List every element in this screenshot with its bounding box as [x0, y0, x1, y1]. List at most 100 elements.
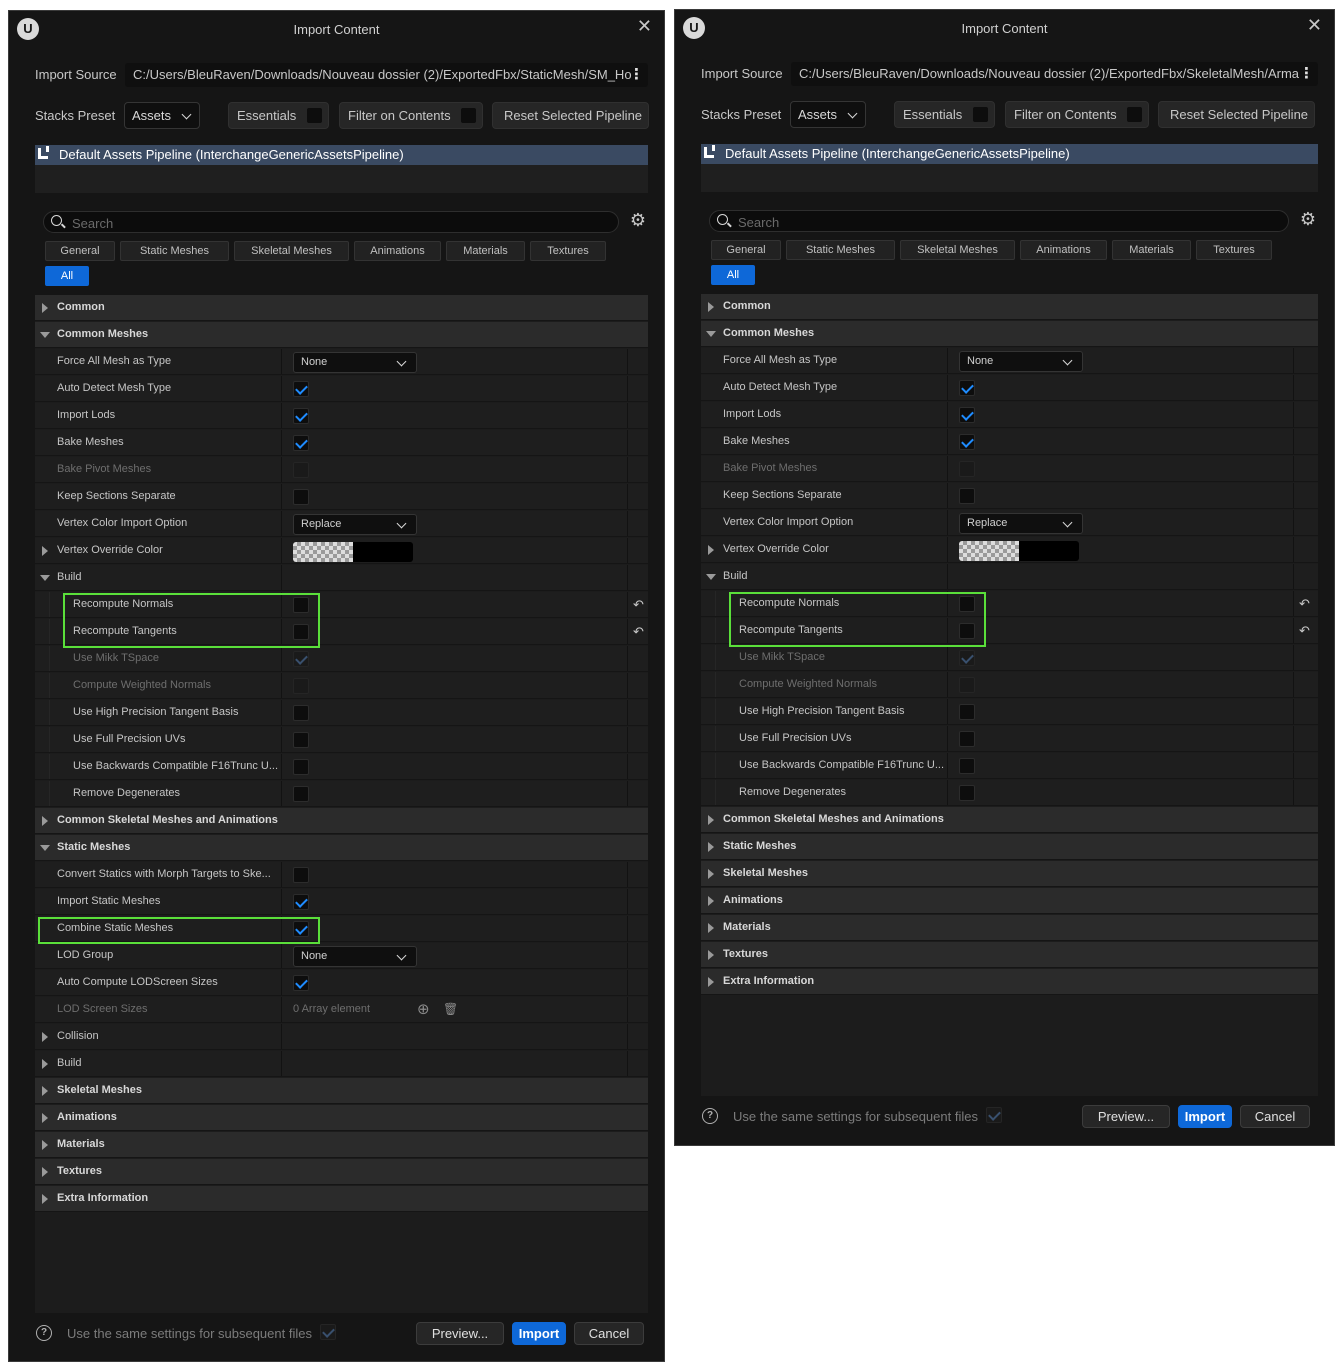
auto-detect-mesh-type-checkbox[interactable] [959, 380, 975, 396]
category-animations[interactable]: Animations [35, 1105, 648, 1131]
expand-arrow-right-icon[interactable] [42, 303, 48, 313]
delete-elements-icon[interactable]: 🗑 [443, 1002, 458, 1016]
expand-arrow-right-icon[interactable] [42, 1113, 48, 1123]
essentials-toggle[interactable]: Essentials [894, 101, 995, 128]
stacks-preset-dropdown[interactable]: Assets [790, 101, 866, 128]
property-row-collision[interactable]: Collision [35, 1024, 648, 1050]
recompute-tangents-checkbox[interactable] [959, 623, 975, 639]
pipeline-item[interactable]: Default Assets Pipeline (InterchangeGene… [701, 144, 1318, 164]
tab-all[interactable]: All [711, 265, 755, 285]
essentials-checkbox[interactable] [307, 108, 322, 123]
combine-static-meshes-checkbox[interactable] [293, 921, 309, 937]
expand-arrow-right-icon[interactable] [42, 1140, 48, 1150]
essentials-checkbox[interactable] [973, 107, 988, 122]
pipeline-item[interactable]: Default Assets Pipeline (InterchangeGene… [35, 145, 648, 165]
category-common-meshes[interactable]: Common Meshes [35, 322, 648, 348]
tab-textures[interactable]: Textures [530, 241, 606, 261]
use-backwards-compatible-f16trunc-u-checkbox[interactable] [293, 759, 309, 775]
expand-arrow-right-icon[interactable] [708, 815, 714, 825]
tab-textures[interactable]: Textures [1196, 240, 1272, 260]
help-icon[interactable]: ? [702, 1108, 718, 1124]
expand-arrow-right-icon[interactable] [42, 816, 48, 826]
import-static-meshes-checkbox[interactable] [293, 894, 309, 910]
expand-arrow-right-icon[interactable] [708, 896, 714, 906]
expand-arrow-right-icon[interactable] [708, 977, 714, 987]
search-input[interactable] [736, 213, 1203, 231]
tab-materials[interactable]: Materials [446, 241, 525, 261]
tab-skeletal-meshes[interactable]: Skeletal Meshes [900, 240, 1015, 260]
import-lods-checkbox[interactable] [293, 408, 309, 424]
expand-arrow-right-icon[interactable] [708, 950, 714, 960]
expand-arrow-right-icon[interactable] [42, 1086, 48, 1096]
keep-sections-separate-checkbox[interactable] [959, 488, 975, 504]
expand-arrow-right-icon[interactable] [708, 302, 714, 312]
reset-to-default-icon[interactable]: ↶ [1299, 623, 1310, 639]
remove-degenerates-checkbox[interactable] [293, 786, 309, 802]
expand-arrow-down-icon[interactable] [706, 574, 716, 580]
lod-group-dropdown[interactable]: None [293, 946, 417, 967]
expand-arrow-down-icon[interactable] [40, 332, 50, 338]
convert-statics-with-morph-targets-to-ske-checkbox[interactable] [293, 867, 309, 883]
import-button[interactable]: Import [512, 1322, 566, 1345]
bake-meshes-checkbox[interactable] [293, 435, 309, 451]
expand-arrow-right-icon[interactable] [708, 545, 714, 555]
search-input[interactable] [70, 214, 534, 232]
search-box[interactable] [43, 211, 619, 233]
category-static-meshes[interactable]: Static Meshes [701, 834, 1318, 860]
preview-button[interactable]: Preview... [1082, 1105, 1170, 1128]
recompute-normals-checkbox[interactable] [959, 596, 975, 612]
property-row-build[interactable]: Build [35, 1051, 648, 1077]
keep-sections-separate-checkbox[interactable] [293, 489, 309, 505]
expand-arrow-right-icon[interactable] [42, 1032, 48, 1042]
recompute-normals-checkbox[interactable] [293, 597, 309, 613]
category-common[interactable]: Common [701, 294, 1318, 320]
import-source-field[interactable]: C:/Users/BleuRaven/Downloads/Nouveau dos… [125, 63, 648, 87]
bake-meshes-checkbox[interactable] [959, 434, 975, 450]
close-icon[interactable]: ✕ [637, 16, 652, 37]
import-button[interactable]: Import [1178, 1105, 1232, 1128]
settings-gear-icon[interactable]: ⚙ [630, 210, 646, 231]
category-materials[interactable]: Materials [701, 915, 1318, 941]
tab-general[interactable]: General [45, 241, 115, 261]
vertex-color-import-option-dropdown[interactable]: Replace [293, 514, 417, 535]
filter-on-contents-toggle[interactable]: Filter on Contents [339, 102, 483, 129]
filter-on-contents-checkbox[interactable] [461, 108, 476, 123]
category-common-skeletal-meshes-and-animations[interactable]: Common Skeletal Meshes and Animations [701, 807, 1318, 833]
category-extra-information[interactable]: Extra Information [701, 969, 1318, 995]
vertex-override-color-swatch[interactable] [959, 541, 1079, 561]
reset-to-default-icon[interactable]: ↶ [633, 597, 644, 613]
category-skeletal-meshes[interactable]: Skeletal Meshes [701, 861, 1318, 887]
kebab-menu-icon[interactable]: ⋮ [1299, 62, 1314, 86]
cancel-button[interactable]: Cancel [574, 1322, 644, 1345]
tab-materials[interactable]: Materials [1112, 240, 1191, 260]
property-row-build[interactable]: Build [35, 565, 648, 591]
category-static-meshes[interactable]: Static Meshes [35, 835, 648, 861]
same-settings-checkbox[interactable] [986, 1107, 1002, 1123]
import-lods-checkbox[interactable] [959, 407, 975, 423]
expand-arrow-right-icon[interactable] [708, 869, 714, 879]
cancel-button[interactable]: Cancel [1240, 1105, 1310, 1128]
reset-to-default-icon[interactable]: ↶ [633, 624, 644, 640]
force-all-mesh-as-type-dropdown[interactable]: None [959, 351, 1083, 372]
reset-selected-pipeline-button[interactable]: Reset Selected Pipeline [492, 102, 649, 129]
use-high-precision-tangent-basis-checkbox[interactable] [959, 704, 975, 720]
reset-selected-pipeline-button[interactable]: Reset Selected Pipeline [1158, 101, 1315, 128]
property-row-build[interactable]: Build [701, 564, 1318, 590]
expand-arrow-right-icon[interactable] [42, 1059, 48, 1069]
search-box[interactable] [709, 210, 1289, 232]
use-backwards-compatible-f16trunc-u-checkbox[interactable] [959, 758, 975, 774]
expand-arrow-right-icon[interactable] [708, 923, 714, 933]
auto-compute-lodscreen-sizes-checkbox[interactable] [293, 975, 309, 991]
category-common-skeletal-meshes-and-animations[interactable]: Common Skeletal Meshes and Animations [35, 808, 648, 834]
auto-detect-mesh-type-checkbox[interactable] [293, 381, 309, 397]
preview-button[interactable]: Preview... [416, 1322, 504, 1345]
same-settings-checkbox[interactable] [320, 1324, 336, 1340]
use-high-precision-tangent-basis-checkbox[interactable] [293, 705, 309, 721]
category-common[interactable]: Common [35, 295, 648, 321]
settings-gear-icon[interactable]: ⚙ [1300, 209, 1316, 230]
use-full-precision-uvs-checkbox[interactable] [293, 732, 309, 748]
import-source-field[interactable]: C:/Users/BleuRaven/Downloads/Nouveau dos… [791, 62, 1318, 86]
expand-arrow-down-icon[interactable] [40, 845, 50, 851]
use-full-precision-uvs-checkbox[interactable] [959, 731, 975, 747]
expand-arrow-down-icon[interactable] [706, 331, 716, 337]
